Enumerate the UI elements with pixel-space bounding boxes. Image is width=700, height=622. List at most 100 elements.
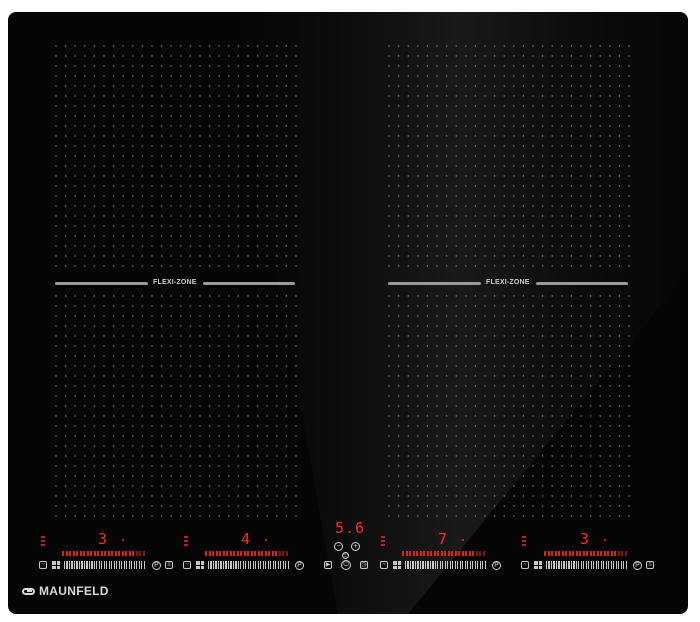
slider-tick[interactable] [464,561,466,569]
slider-tick[interactable] [83,561,86,569]
slider-tick[interactable] [237,561,239,569]
timer-icon[interactable]: ◷ [360,561,368,569]
slider-tick[interactable] [126,561,128,569]
slider-tick[interactable] [565,561,568,569]
slider-tick[interactable] [270,561,272,569]
slider-tick[interactable] [560,561,563,569]
slider-tick[interactable] [96,561,98,569]
zone-1-slider[interactable] [64,561,145,569]
slider-tick[interactable] [573,561,575,569]
slider-tick[interactable] [555,561,558,569]
slider-tick[interactable] [103,561,105,569]
slider-tick[interactable] [603,561,605,569]
slider-tick[interactable] [73,561,76,569]
slider-tick[interactable] [484,561,486,569]
slider-tick[interactable] [405,561,407,569]
slider-tick[interactable] [86,561,88,569]
slider-tick[interactable] [141,561,143,569]
slider-tick[interactable] [212,561,215,569]
slider-tick[interactable] [232,561,235,569]
slider-tick[interactable] [123,561,125,569]
slider-tick[interactable] [131,561,133,569]
slider-tick[interactable] [580,561,582,569]
slider-tick[interactable] [550,561,553,569]
slider-tick[interactable] [280,561,282,569]
slider-tick[interactable] [118,561,120,569]
slider-tick[interactable] [225,561,227,569]
slider-tick[interactable] [598,561,600,569]
slider-tick[interactable] [252,561,254,569]
slider-tick[interactable] [285,561,287,569]
slider-tick[interactable] [91,561,93,569]
slider-tick[interactable] [610,561,612,569]
slider-tick[interactable] [76,561,78,569]
slider-tick[interactable] [64,561,66,569]
slider-tick[interactable] [255,561,257,569]
slider-tick[interactable] [113,561,115,569]
slider-tick[interactable] [287,561,289,569]
slider-tick[interactable] [419,561,422,569]
slider-tick[interactable] [414,561,417,569]
boost-icon[interactable]: ~ [183,561,191,569]
zone-2-slider[interactable] [208,561,289,569]
slider-tick[interactable] [275,561,277,569]
slider-tick[interactable] [272,561,274,569]
slider-tick[interactable] [106,561,108,569]
slider-tick[interactable] [452,561,454,569]
slider-tick[interactable] [593,561,595,569]
slider-tick[interactable] [88,561,91,569]
plus-button[interactable]: + [351,542,360,551]
slider-tick[interactable] [454,561,456,569]
lock-icon[interactable]: ≡ [646,561,654,569]
slider-tick[interactable] [424,561,427,569]
slider-tick[interactable] [583,561,585,569]
slider-tick[interactable] [111,561,113,569]
slider-tick[interactable] [553,561,555,569]
slider-tick[interactable] [623,561,625,569]
slider-tick[interactable] [477,561,479,569]
slider-tick[interactable] [108,561,110,569]
slider-tick[interactable] [432,561,434,569]
slider-tick[interactable] [409,561,412,569]
slider-tick[interactable] [546,561,548,569]
slider-tick[interactable] [427,561,429,569]
slider-tick[interactable] [590,561,592,569]
slider-tick[interactable] [568,561,570,569]
slider-tick[interactable] [457,561,459,569]
slider-tick[interactable] [133,561,135,569]
slider-tick[interactable] [444,561,446,569]
boost-icon[interactable]: ~ [39,561,47,569]
zone-3-slider[interactable] [405,561,486,569]
slider-tick[interactable] [570,561,573,569]
slider-tick[interactable] [462,561,464,569]
slider-tick[interactable] [267,561,269,569]
slider-tick[interactable] [282,561,284,569]
slider-tick[interactable] [412,561,414,569]
slider-tick[interactable] [482,561,484,569]
slider-tick[interactable] [265,561,267,569]
slider-tick[interactable] [447,561,449,569]
slider-tick[interactable] [608,561,610,569]
slider-tick[interactable] [66,561,68,569]
slider-tick[interactable] [208,561,210,569]
slider-tick[interactable] [600,561,602,569]
slider-tick[interactable] [81,561,83,569]
slider-tick[interactable] [442,561,444,569]
slider-tick[interactable] [136,561,138,569]
slider-tick[interactable] [459,561,461,569]
slider-tick[interactable] [128,561,130,569]
slider-tick[interactable] [215,561,217,569]
pause-icon[interactable]: P [152,561,161,570]
slider-tick[interactable] [242,561,244,569]
slider-tick[interactable] [558,561,560,569]
boost-icon[interactable]: ~ [380,561,388,569]
slider-tick[interactable] [407,561,409,569]
slider-tick[interactable] [467,561,469,569]
minus-button[interactable]: − [334,542,343,551]
slider-tick[interactable] [472,561,474,569]
pause-icon[interactable]: P [295,561,304,570]
slider-tick[interactable] [449,561,451,569]
slider-tick[interactable] [429,561,432,569]
slider-tick[interactable] [417,561,419,569]
slider-tick[interactable] [217,561,220,569]
